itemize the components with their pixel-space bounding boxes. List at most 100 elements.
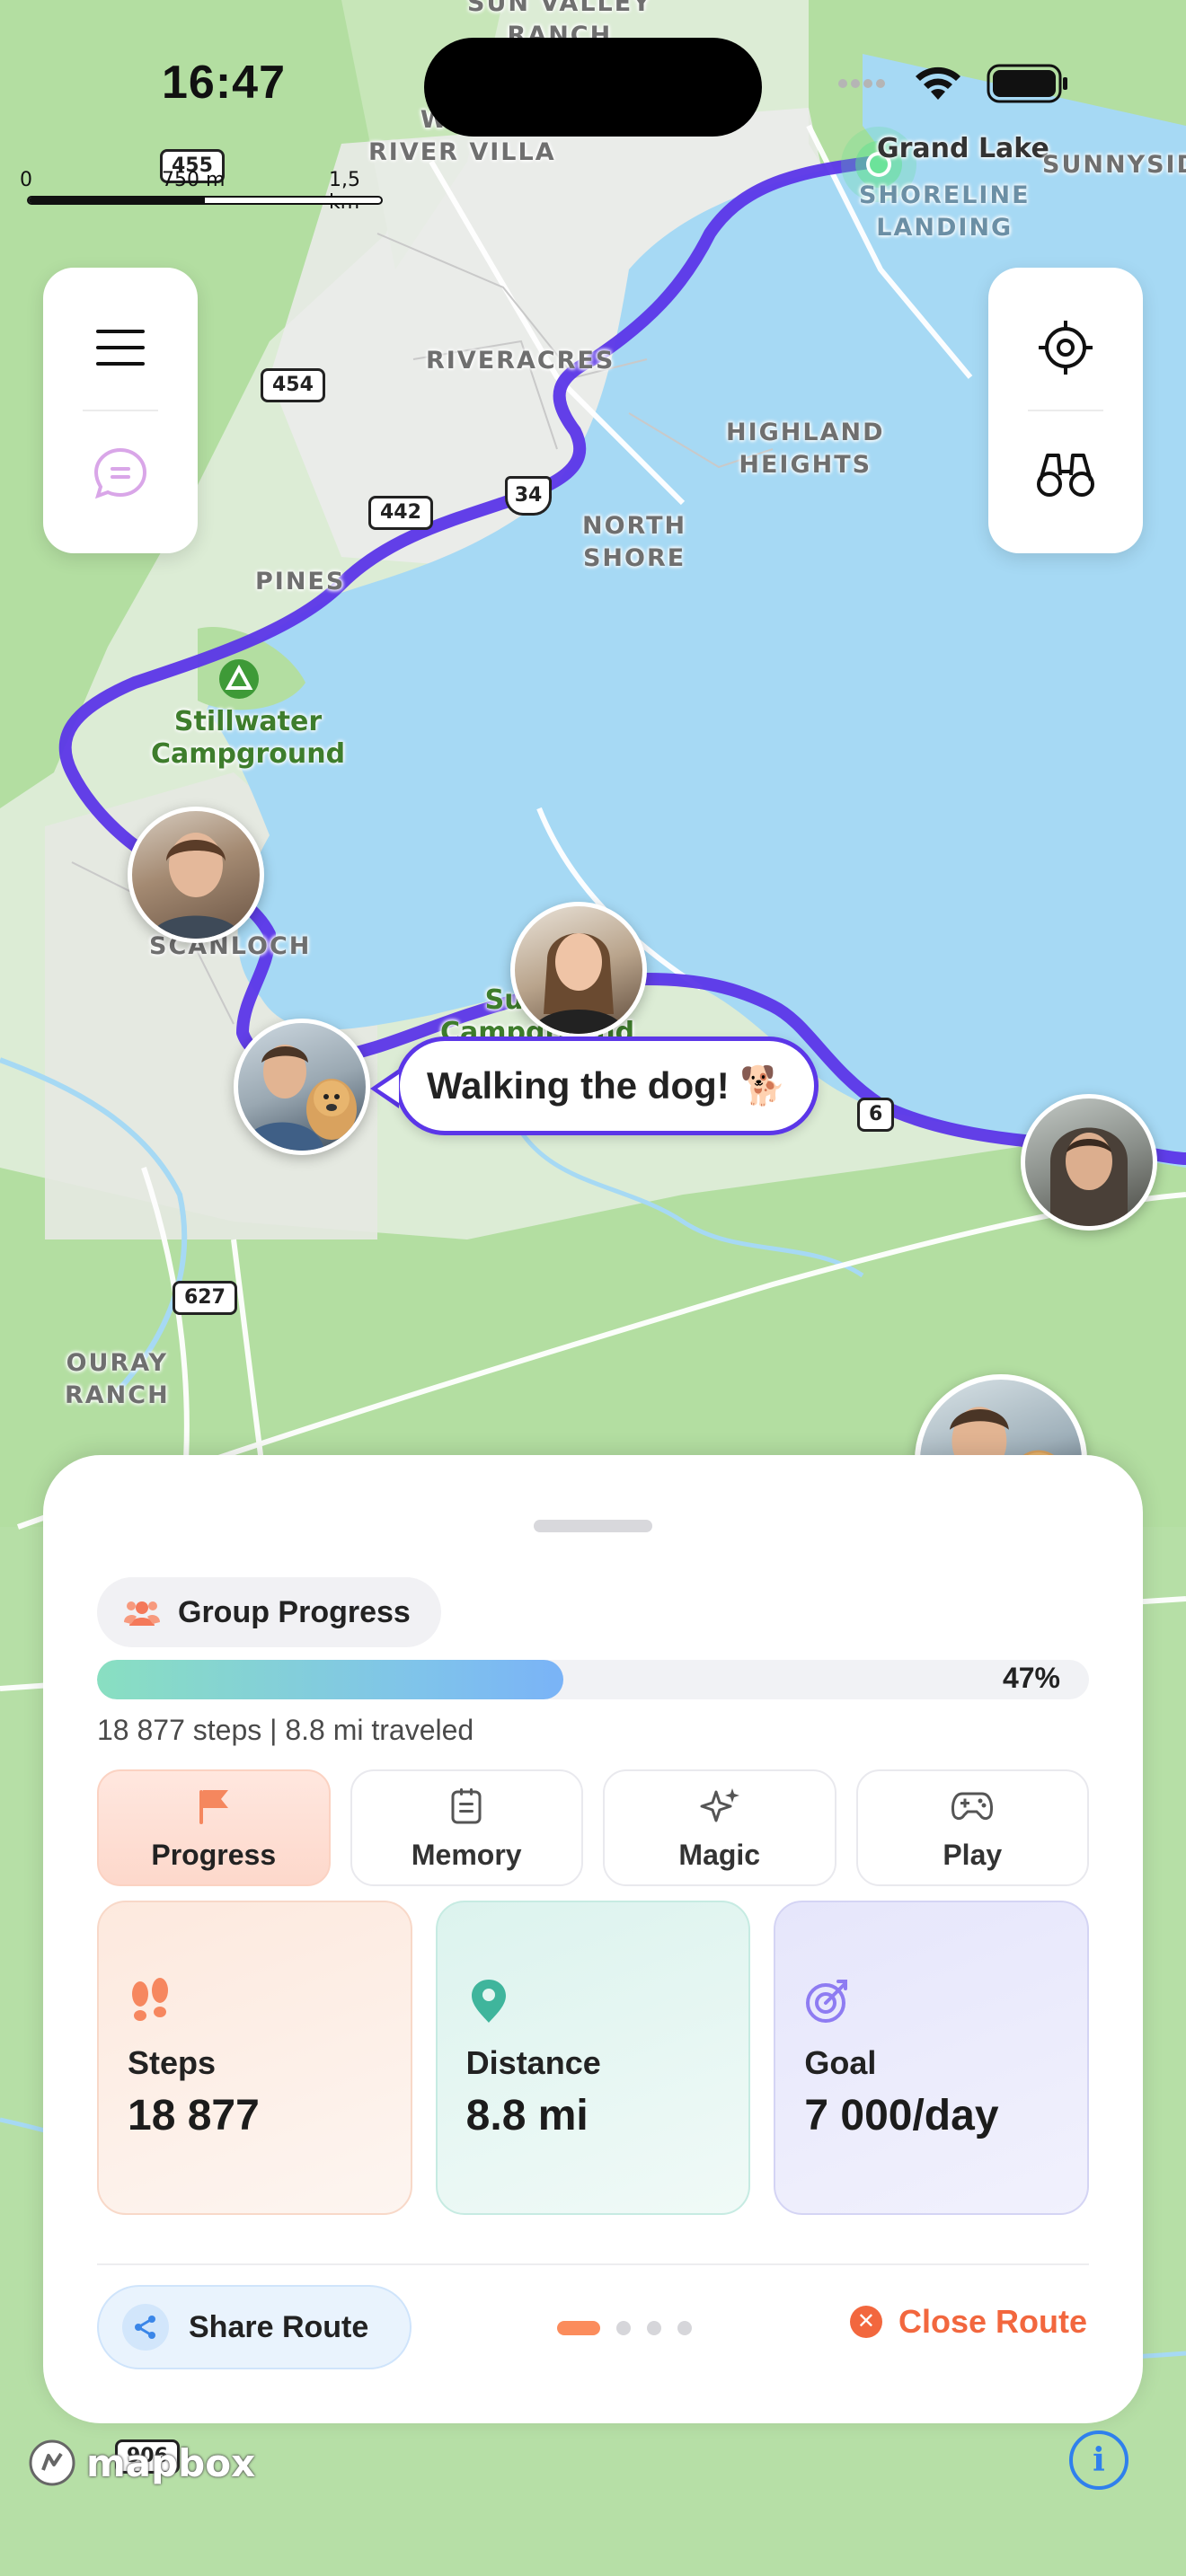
journal-icon	[442, 1785, 491, 1828]
speech-bubble-tail-inner	[377, 1074, 399, 1103]
control-divider	[83, 409, 158, 411]
page-dot-3[interactable]	[647, 2321, 661, 2335]
place-label-riveracres: RIVERACRES	[426, 347, 615, 375]
chat-bubble-icon	[93, 447, 147, 498]
group-progress-percent: 47%	[1002, 1662, 1060, 1694]
status-speech-bubble[interactable]: Walking the dog! 🐕	[395, 1037, 819, 1135]
route-shield-34: 34	[505, 476, 552, 516]
page-dot-1[interactable]	[557, 2321, 600, 2335]
map-scale-bar: 0 750 m 1,5 km	[18, 149, 395, 214]
place-label-pines: PINES	[255, 568, 346, 595]
explore-button[interactable]	[1021, 428, 1111, 518]
stats-cards: Steps 18 877 Distance 8.8 mi Goal 7 000/…	[97, 1901, 1090, 2215]
speech-bubble-text: Walking the dog! 🐕	[427, 1063, 787, 1107]
place-label-grand-lake: Grand Lake	[877, 133, 1049, 164]
battery-icon	[987, 64, 1067, 103]
cellular-signal-icon	[838, 79, 885, 88]
right-control-panel	[988, 268, 1143, 553]
sheet-divider	[97, 2263, 1089, 2265]
locate-me-button[interactable]	[1021, 303, 1111, 393]
group-people-icon	[124, 1601, 160, 1626]
status-time: 16:47	[162, 57, 286, 109]
scale-label-mid: 750 m	[162, 169, 226, 191]
person-photo-icon	[150, 833, 242, 939]
footprints-icon	[132, 1978, 168, 2021]
avatar-friend-woman-long-hair[interactable]	[510, 902, 647, 1038]
attribution-info-button[interactable]: i	[1069, 2430, 1128, 2490]
goal-card-value: 7 000/day	[804, 2092, 999, 2139]
close-route-button[interactable]: ✕ Close Route	[849, 2303, 1087, 2341]
mapbox-wordmark: mapbox	[86, 2440, 256, 2485]
left-control-panel	[43, 268, 198, 553]
person-with-dog-photo-icon	[242, 1045, 357, 1151]
group-stats-summary: 18 877 steps | 8.8 mi traveled	[97, 1714, 474, 1746]
person-photo-icon	[1050, 1127, 1128, 1226]
mapbox-logo-icon	[29, 2439, 75, 2486]
tab-play[interactable]: Play	[855, 1769, 1089, 1886]
avatar-friend-woman-smiling[interactable]	[128, 807, 264, 943]
close-icon: ✕	[849, 2306, 882, 2338]
status-icons	[836, 63, 1069, 104]
page-dot-4[interactable]	[677, 2321, 692, 2335]
route-bottom-sheet: Group Progress 47% 18 877 steps | 8.8 mi…	[43, 1455, 1143, 2423]
sparkle-icon	[695, 1785, 744, 1828]
route-shield-454: 454	[261, 368, 325, 402]
gamepad-icon	[948, 1785, 996, 1828]
person-photo-icon	[531, 933, 626, 1034]
mapbox-logo[interactable]: mapbox	[27, 2438, 255, 2488]
steps-card[interactable]: Steps 18 877	[97, 1901, 412, 2215]
tab-progress[interactable]: Progress	[97, 1769, 331, 1886]
sheet-grabber-handle[interactable]	[534, 1520, 652, 1532]
chat-button[interactable]	[75, 428, 165, 518]
share-route-label: Share Route	[189, 2309, 369, 2344]
scale-label-end: 1,5 km	[329, 169, 360, 214]
place-label-stillwater-campground: Stillwater Campground	[151, 706, 346, 770]
share-icon	[122, 2304, 169, 2351]
place-label-sunnyside: SUNNYSIDE	[1042, 151, 1186, 179]
page-dot-2[interactable]	[616, 2321, 631, 2335]
scale-label-start: 0	[20, 169, 32, 191]
route-shield-627: 627	[173, 1281, 237, 1315]
flag-icon	[190, 1785, 238, 1828]
distance-card[interactable]: Distance 8.8 mi	[435, 1901, 751, 2215]
avatar-friend-man-hood[interactable]	[1021, 1094, 1157, 1231]
tab-magic[interactable]: Magic	[603, 1769, 836, 1886]
steps-card-label: Steps	[128, 2044, 217, 2081]
control-divider	[1028, 409, 1103, 411]
place-label-shoreline-landing: SHORELINE LANDING	[859, 181, 1031, 242]
scale-bar-track	[27, 196, 383, 205]
place-label-highland-heights: HIGHLAND HEIGHTS	[726, 419, 885, 479]
menu-button[interactable]	[75, 303, 165, 393]
share-route-button[interactable]: Share Route	[97, 2285, 412, 2369]
place-label-north-shore: NORTH SHORE	[582, 512, 687, 572]
tab-memory-label: Memory	[411, 1838, 522, 1871]
tab-memory[interactable]: Memory	[350, 1769, 583, 1886]
goal-card-label: Goal	[804, 2044, 877, 2081]
tab-magic-label: Magic	[678, 1838, 761, 1871]
target-icon	[806, 1980, 848, 2023]
distance-card-label: Distance	[465, 2044, 601, 2081]
goal-card[interactable]: Goal 7 000/day	[774, 1901, 1090, 2215]
route-shield-6: 6	[857, 1098, 895, 1132]
group-progress-fill	[97, 1660, 563, 1699]
close-route-label: Close Route	[898, 2303, 1087, 2340]
page-indicator[interactable]	[557, 2321, 692, 2335]
sheet-tab-bar: Progress Memory Magic Play	[97, 1769, 1089, 1886]
route-shield-442: 442	[368, 496, 433, 530]
map-pin-icon	[471, 1980, 506, 2023]
group-progress-label: Group Progress	[178, 1594, 411, 1629]
dynamic-island	[424, 38, 762, 137]
tab-progress-label: Progress	[151, 1838, 277, 1871]
avatar-current-user-with-dog[interactable]	[234, 1019, 370, 1155]
group-progress-chip: Group Progress	[97, 1577, 441, 1647]
distance-card-value: 8.8 mi	[465, 2092, 589, 2139]
hamburger-menu-icon	[96, 330, 145, 366]
place-label-ouray-ranch: OURAY RANCH	[65, 1349, 170, 1409]
info-icon: i	[1093, 2441, 1105, 2479]
crosshair-location-icon	[1039, 321, 1093, 375]
steps-card-value: 18 877	[128, 2092, 260, 2139]
group-progress-bar	[97, 1660, 1089, 1699]
binoculars-icon	[1037, 453, 1094, 497]
tab-play-label: Play	[943, 1838, 1003, 1871]
wifi-icon	[916, 66, 960, 100]
